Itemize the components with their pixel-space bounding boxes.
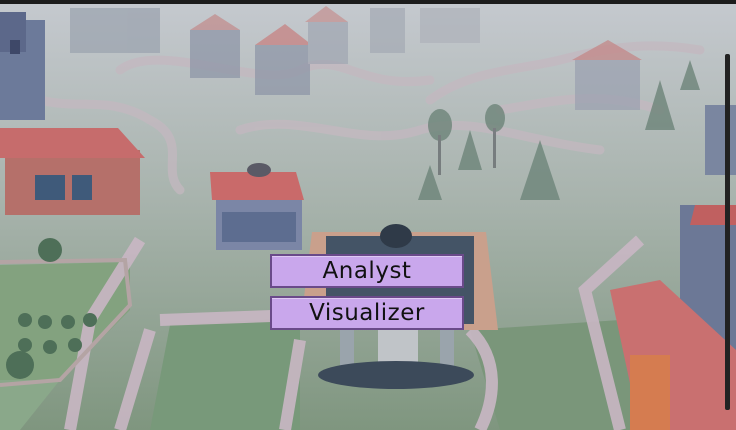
analyst-button[interactable]: Analyst — [270, 254, 464, 288]
visualizer-button[interactable]: Visualizer — [270, 296, 464, 330]
game-scene — [0, 0, 736, 430]
window-top-bar — [0, 0, 736, 4]
store-building — [210, 163, 304, 250]
right-distant-building — [705, 105, 736, 175]
left-tower — [0, 12, 45, 120]
scrollbar[interactable] — [725, 54, 730, 410]
left-house — [0, 128, 145, 215]
